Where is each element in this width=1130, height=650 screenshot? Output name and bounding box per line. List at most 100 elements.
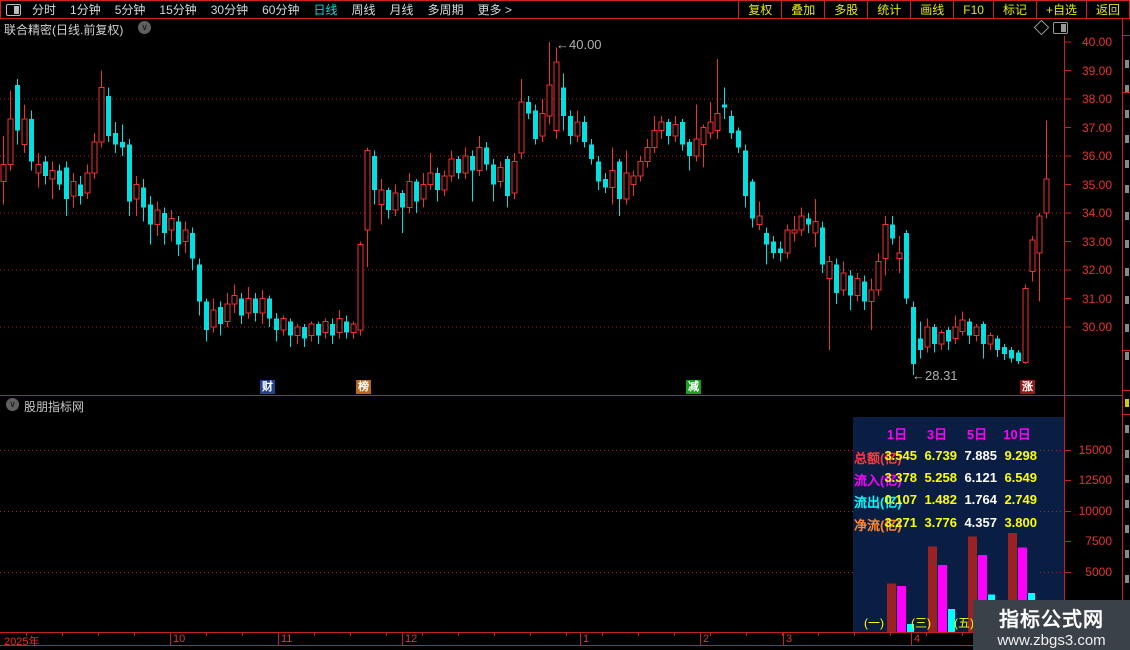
toolbar-button-复权[interactable]: 复权 <box>738 1 781 18</box>
candle <box>141 178 146 222</box>
candle <box>70 173 77 208</box>
period-tab-60分钟[interactable]: 60分钟 <box>262 1 299 18</box>
candle <box>127 138 132 216</box>
candle <box>470 150 475 202</box>
period-tab-15分钟[interactable]: 15分钟 <box>159 1 196 18</box>
candle <box>400 190 405 233</box>
candle <box>435 167 440 202</box>
candle <box>182 221 189 253</box>
candle <box>582 116 587 148</box>
candle <box>693 104 700 162</box>
candle <box>918 321 923 359</box>
price-axis-label: 39.00 <box>1081 63 1112 78</box>
period-tab-日线[interactable]: 日线 <box>313 1 337 18</box>
toolbar-button-叠加[interactable]: 叠加 <box>781 1 824 18</box>
toolbar-button-统计[interactable]: 统计 <box>867 1 910 18</box>
period-tab-1分钟[interactable]: 1分钟 <box>70 1 101 18</box>
clipped-panel-fragment <box>1125 550 1129 558</box>
clipped-panel-fragment <box>1125 525 1129 533</box>
price-axis-label: 32.00 <box>1081 263 1112 277</box>
clipped-panel-fragment <box>1125 425 1129 433</box>
candle <box>414 178 419 213</box>
candle <box>98 70 105 148</box>
volume-axis-label: 12500 <box>1078 473 1112 487</box>
candle <box>456 156 461 179</box>
toolbar-button-标记[interactable]: 标记 <box>992 1 1036 18</box>
candle <box>29 110 34 171</box>
funds-col-header: 1日 <box>886 427 908 442</box>
candle <box>875 252 882 296</box>
candle <box>848 270 853 310</box>
watermark-title: 指标公式网 <box>999 609 1104 631</box>
xaxis-label: 10 <box>173 633 186 645</box>
candle <box>518 79 525 159</box>
clipped-panel-fragment <box>1125 450 1129 458</box>
funds-value: 7.885 <box>964 448 997 463</box>
chevron-down-icon[interactable]: ∨ <box>6 398 19 411</box>
candle <box>533 104 538 145</box>
candle <box>911 301 916 376</box>
clipped-panel-line <box>1123 390 1130 391</box>
candle <box>736 127 741 154</box>
candle <box>1016 349 1021 365</box>
funds-value: 3.800 <box>1004 515 1037 530</box>
candle <box>973 324 980 342</box>
candle <box>120 124 125 156</box>
toolbar-button-多股[interactable]: 多股 <box>824 1 867 18</box>
candle <box>15 79 20 145</box>
candle <box>484 141 489 171</box>
candle <box>64 161 69 216</box>
clipped-panel-fragment <box>1125 324 1129 332</box>
candle <box>707 101 714 139</box>
candle <box>491 158 496 202</box>
candle <box>539 99 546 142</box>
candle <box>176 215 181 256</box>
period-tab-5分钟[interactable]: 5分钟 <box>115 1 146 18</box>
candle <box>904 230 909 305</box>
candle <box>666 118 671 145</box>
candle <box>316 321 321 345</box>
clipped-panel-line <box>1123 414 1130 415</box>
candle <box>1009 346 1014 363</box>
funds-bar-总额 <box>887 583 896 632</box>
period-tab-30分钟[interactable]: 30分钟 <box>211 1 248 18</box>
candle <box>687 138 692 171</box>
toolbar-button-F10[interactable]: F10 <box>953 1 993 18</box>
candle <box>834 258 839 305</box>
toolbar-button-+自选[interactable]: +自选 <box>1035 1 1086 18</box>
candle <box>812 198 819 248</box>
period-tab-更多 >[interactable]: 更多 > <box>478 1 512 18</box>
period-tab-多周期[interactable]: 多周期 <box>428 1 464 18</box>
price-axis-label: 34.00 <box>1081 206 1112 220</box>
candle <box>868 278 875 330</box>
candle <box>854 272 861 302</box>
candle <box>1022 284 1029 365</box>
candle <box>553 47 560 139</box>
funds-value: 6.739 <box>924 448 957 463</box>
candle <box>623 150 630 205</box>
candle <box>658 116 665 139</box>
clipped-panel-fragment <box>1125 500 1129 508</box>
candle <box>826 255 833 350</box>
candlestick-chart-canvas[interactable] <box>0 0 1130 650</box>
window-layout-icon[interactable] <box>6 3 21 16</box>
period-tab-周线[interactable]: 周线 <box>351 1 375 18</box>
candle <box>505 156 510 208</box>
candle <box>882 215 889 276</box>
candle <box>630 170 637 196</box>
candle <box>21 104 28 154</box>
candle <box>644 138 651 168</box>
candle <box>784 224 791 259</box>
funds-value: 3.378 <box>884 470 917 485</box>
toolbar-button-返回[interactable]: 返回 <box>1085 1 1129 18</box>
candle <box>890 215 895 245</box>
candle <box>406 173 413 213</box>
funds-col-header: 3日 <box>926 427 948 442</box>
period-tab-分时[interactable]: 分时 <box>32 1 56 18</box>
period-tab-月线[interactable]: 月线 <box>390 1 414 18</box>
candle <box>750 178 755 228</box>
candle <box>113 121 118 154</box>
candle <box>574 110 581 142</box>
toolbar-button-画线[interactable]: 画线 <box>910 1 953 18</box>
candle <box>231 284 238 313</box>
